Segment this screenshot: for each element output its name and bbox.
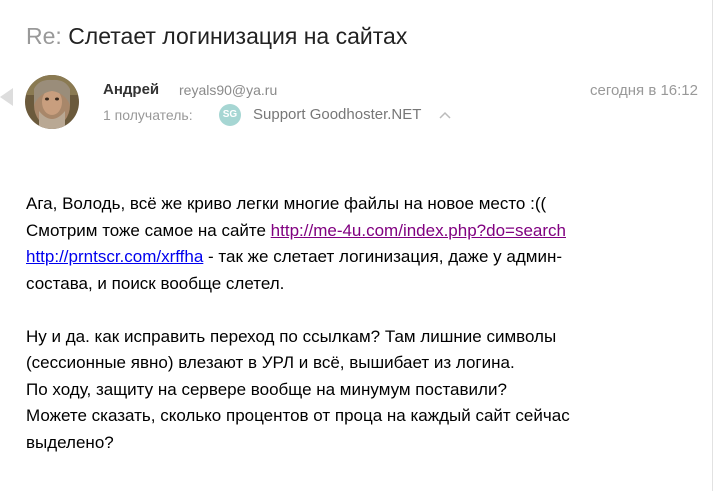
chevron-up-icon[interactable] (439, 111, 451, 119)
sender-email[interactable]: reyals90@ya.ru (179, 82, 277, 98)
sender-avatar[interactable] (25, 75, 79, 129)
sender-name[interactable]: Андрей (103, 81, 159, 98)
body-line: Ну и да. как исправить переход по ссылка… (26, 326, 557, 346)
message-date: сегодня в 16:12 (590, 82, 698, 99)
avatar-photo-icon (25, 75, 79, 129)
chevron-left-icon[interactable] (0, 88, 14, 106)
body-line: Ага, Володь, всё же криво легки многие ф… (26, 194, 547, 213)
body-line: выделено? (26, 432, 114, 452)
body-text-fragment: - так же слетает логинизация, даже у адм… (203, 247, 562, 266)
body-line: http://prntscr.com/xrffha - так же слета… (26, 244, 716, 271)
recipient-name[interactable]: Support Goodhoster.NET (253, 106, 421, 123)
message-subject: Re: Слетает логинизация на сайтах (26, 23, 407, 50)
subject-prefix: Re: (26, 23, 62, 49)
body-line: состава, и поиск вообще слетел. (26, 273, 285, 293)
right-divider (712, 0, 713, 491)
message-body: Ага, Володь, всё же криво легки многие ф… (26, 191, 716, 456)
subject-text: Слетает логинизация на сайтах (68, 23, 408, 49)
recipients-label: 1 получатель: (103, 107, 193, 123)
recipient-avatar[interactable]: SG (219, 104, 241, 126)
link-screenshot[interactable]: http://prntscr.com/xrffha (26, 247, 203, 266)
body-line: По ходу, защиту на сервере вообще на мин… (26, 379, 507, 399)
body-line: Можете сказать, сколько процентов от про… (26, 406, 570, 425)
body-line: (сессионные явно) влезают в УРЛ и всё, в… (26, 353, 515, 372)
body-line: Смотрим тоже самое на сайте http://me-4u… (26, 218, 716, 245)
body-text-fragment: Смотрим тоже самое на сайте (26, 220, 271, 240)
link-search[interactable]: http://me-4u.com/index.php?do=search (271, 221, 566, 240)
